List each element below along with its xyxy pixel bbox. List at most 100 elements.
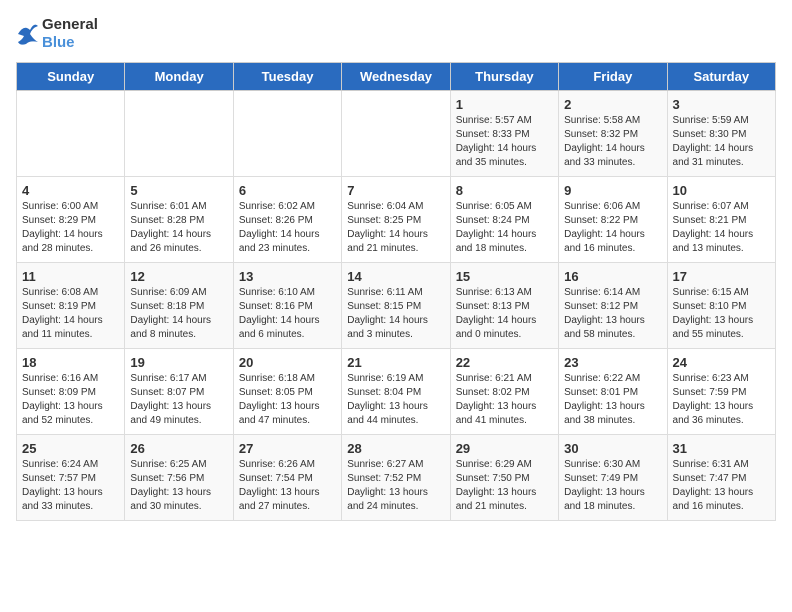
day-info: Sunrise: 6:01 AM Sunset: 8:28 PM Dayligh… [130,200,227,256]
calendar-cell: 30 Sunrise: 6:30 AM Sunset: 7:49 PM Dayli… [559,435,667,521]
calendar-week-row: 25Sunrise: 6:24 AM Sunset: 7:57 PM Dayli… [17,435,776,521]
logo-bird-icon [16,20,38,48]
day-number: 18 [22,355,119,370]
calendar-cell: 13 Sunrise: 6:10 AM Sunset: 8:16 PM Dayli… [233,263,341,349]
calendar-week-row: 18 Sunrise: 6:16 AM Sunset: 8:09 PM Dayli… [17,349,776,435]
calendar-cell [342,91,450,177]
calendar-cell: 2 Sunrise: 5:58 AM Sunset: 8:32 PM Daylig… [559,91,667,177]
day-info: Sunrise: 6:09 AM Sunset: 8:18 PM Dayligh… [130,286,227,342]
day-number: 2 [564,97,661,112]
calendar-cell: 5 Sunrise: 6:01 AM Sunset: 8:28 PM Daylig… [125,177,233,263]
calendar-cell: 18 Sunrise: 6:16 AM Sunset: 8:09 PM Dayli… [17,349,125,435]
calendar-cell: 3Sunrise: 5:59 AM Sunset: 8:30 PM Daylig… [667,91,775,177]
calendar-cell: 20Sunrise: 6:18 AM Sunset: 8:05 PM Dayli… [233,349,341,435]
day-number: 21 [347,355,444,370]
day-info: Sunrise: 6:08 AM Sunset: 8:19 PM Dayligh… [22,286,119,342]
logo: GeneralBlue [16,16,98,52]
day-info: Sunrise: 6:27 AM Sunset: 7:52 PM Dayligh… [347,458,444,514]
calendar-cell: 8 Sunrise: 6:05 AM Sunset: 8:24 PM Daylig… [450,177,558,263]
column-header-thursday: Thursday [450,63,558,91]
calendar-table: SundayMondayTuesdayWednesdayThursdayFrid… [16,62,776,521]
day-number: 28 [347,441,444,456]
day-info: Sunrise: 6:23 AM Sunset: 7:59 PM Dayligh… [673,372,770,428]
day-number: 24 [673,355,770,370]
day-info: Sunrise: 6:22 AM Sunset: 8:01 PM Dayligh… [564,372,661,428]
calendar-cell: 23 Sunrise: 6:22 AM Sunset: 8:01 PM Dayli… [559,349,667,435]
day-info: Sunrise: 6:29 AM Sunset: 7:50 PM Dayligh… [456,458,553,514]
day-info: Sunrise: 5:57 AM Sunset: 8:33 PM Dayligh… [456,114,553,170]
day-number: 31 [673,441,770,456]
day-info: Sunrise: 6:21 AM Sunset: 8:02 PM Dayligh… [456,372,553,428]
calendar-cell: 24 Sunrise: 6:23 AM Sunset: 7:59 PM Dayli… [667,349,775,435]
day-info: Sunrise: 6:07 AM Sunset: 8:21 PM Dayligh… [673,200,770,256]
calendar-cell [17,91,125,177]
day-number: 30 [564,441,661,456]
day-info: Sunrise: 5:59 AM Sunset: 8:30 PM Dayligh… [673,114,770,170]
day-number: 13 [239,269,336,284]
day-info: Sunrise: 6:17 AM Sunset: 8:07 PM Dayligh… [130,372,227,428]
day-info: Sunrise: 6:06 AM Sunset: 8:22 PM Dayligh… [564,200,661,256]
day-number: 14 [347,269,444,284]
day-number: 4 [22,183,119,198]
column-header-sunday: Sunday [17,63,125,91]
column-header-saturday: Saturday [667,63,775,91]
header: GeneralBlue [16,16,776,52]
day-info: Sunrise: 6:18 AM Sunset: 8:05 PM Dayligh… [239,372,336,428]
day-number: 17 [673,269,770,284]
calendar-cell: 27Sunrise: 6:26 AM Sunset: 7:54 PM Dayli… [233,435,341,521]
day-number: 15 [456,269,553,284]
day-info: Sunrise: 6:14 AM Sunset: 8:12 PM Dayligh… [564,286,661,342]
calendar-cell: 1 Sunrise: 5:57 AM Sunset: 8:33 PM Daylig… [450,91,558,177]
calendar-week-row: 11 Sunrise: 6:08 AM Sunset: 8:19 PM Dayli… [17,263,776,349]
day-info: Sunrise: 5:58 AM Sunset: 8:32 PM Dayligh… [564,114,661,170]
day-info: Sunrise: 6:19 AM Sunset: 8:04 PM Dayligh… [347,372,444,428]
day-info: Sunrise: 6:15 AM Sunset: 8:10 PM Dayligh… [673,286,770,342]
day-info: Sunrise: 6:04 AM Sunset: 8:25 PM Dayligh… [347,200,444,256]
day-number: 23 [564,355,661,370]
day-info: Sunrise: 6:16 AM Sunset: 8:09 PM Dayligh… [22,372,119,428]
day-info: Sunrise: 6:13 AM Sunset: 8:13 PM Dayligh… [456,286,553,342]
calendar-cell: 15 Sunrise: 6:13 AM Sunset: 8:13 PM Dayli… [450,263,558,349]
day-info: Sunrise: 6:05 AM Sunset: 8:24 PM Dayligh… [456,200,553,256]
calendar-cell: 10 Sunrise: 6:07 AM Sunset: 8:21 PM Dayli… [667,177,775,263]
calendar-cell: 12 Sunrise: 6:09 AM Sunset: 8:18 PM Dayli… [125,263,233,349]
day-number: 1 [456,97,553,112]
day-info: Sunrise: 6:00 AM Sunset: 8:29 PM Dayligh… [22,200,119,256]
day-info: Sunrise: 6:10 AM Sunset: 8:16 PM Dayligh… [239,286,336,342]
calendar-cell: 11 Sunrise: 6:08 AM Sunset: 8:19 PM Dayli… [17,263,125,349]
calendar-week-row: 1 Sunrise: 5:57 AM Sunset: 8:33 PM Daylig… [17,91,776,177]
day-number: 27 [239,441,336,456]
day-number: 26 [130,441,227,456]
calendar-week-row: 4 Sunrise: 6:00 AM Sunset: 8:29 PM Daylig… [17,177,776,263]
calendar-cell [125,91,233,177]
day-info: Sunrise: 6:24 AM Sunset: 7:57 PM Dayligh… [22,458,119,514]
day-info: Sunrise: 6:25 AM Sunset: 7:56 PM Dayligh… [130,458,227,514]
column-header-tuesday: Tuesday [233,63,341,91]
day-number: 8 [456,183,553,198]
column-header-friday: Friday [559,63,667,91]
calendar-cell: 21 Sunrise: 6:19 AM Sunset: 8:04 PM Dayli… [342,349,450,435]
calendar-cell: 19 Sunrise: 6:17 AM Sunset: 8:07 PM Dayli… [125,349,233,435]
calendar-cell: 16Sunrise: 6:14 AM Sunset: 8:12 PM Dayli… [559,263,667,349]
day-info: Sunrise: 6:30 AM Sunset: 7:49 PM Dayligh… [564,458,661,514]
day-number: 12 [130,269,227,284]
calendar-header-row: SundayMondayTuesdayWednesdayThursdayFrid… [17,63,776,91]
day-number: 19 [130,355,227,370]
day-number: 10 [673,183,770,198]
calendar-cell: 14 Sunrise: 6:11 AM Sunset: 8:15 PM Dayli… [342,263,450,349]
logo-general: General [42,16,98,34]
column-header-monday: Monday [125,63,233,91]
day-number: 9 [564,183,661,198]
day-info: Sunrise: 6:11 AM Sunset: 8:15 PM Dayligh… [347,286,444,342]
calendar-cell: 4 Sunrise: 6:00 AM Sunset: 8:29 PM Daylig… [17,177,125,263]
day-number: 5 [130,183,227,198]
calendar-cell: 9 Sunrise: 6:06 AM Sunset: 8:22 PM Daylig… [559,177,667,263]
logo-blue: Blue [42,34,98,52]
calendar-cell: 6Sunrise: 6:02 AM Sunset: 8:26 PM Daylig… [233,177,341,263]
calendar-cell [233,91,341,177]
day-info: Sunrise: 6:02 AM Sunset: 8:26 PM Dayligh… [239,200,336,256]
calendar-cell: 7Sunrise: 6:04 AM Sunset: 8:25 PM Daylig… [342,177,450,263]
day-number: 22 [456,355,553,370]
day-number: 11 [22,269,119,284]
day-number: 29 [456,441,553,456]
